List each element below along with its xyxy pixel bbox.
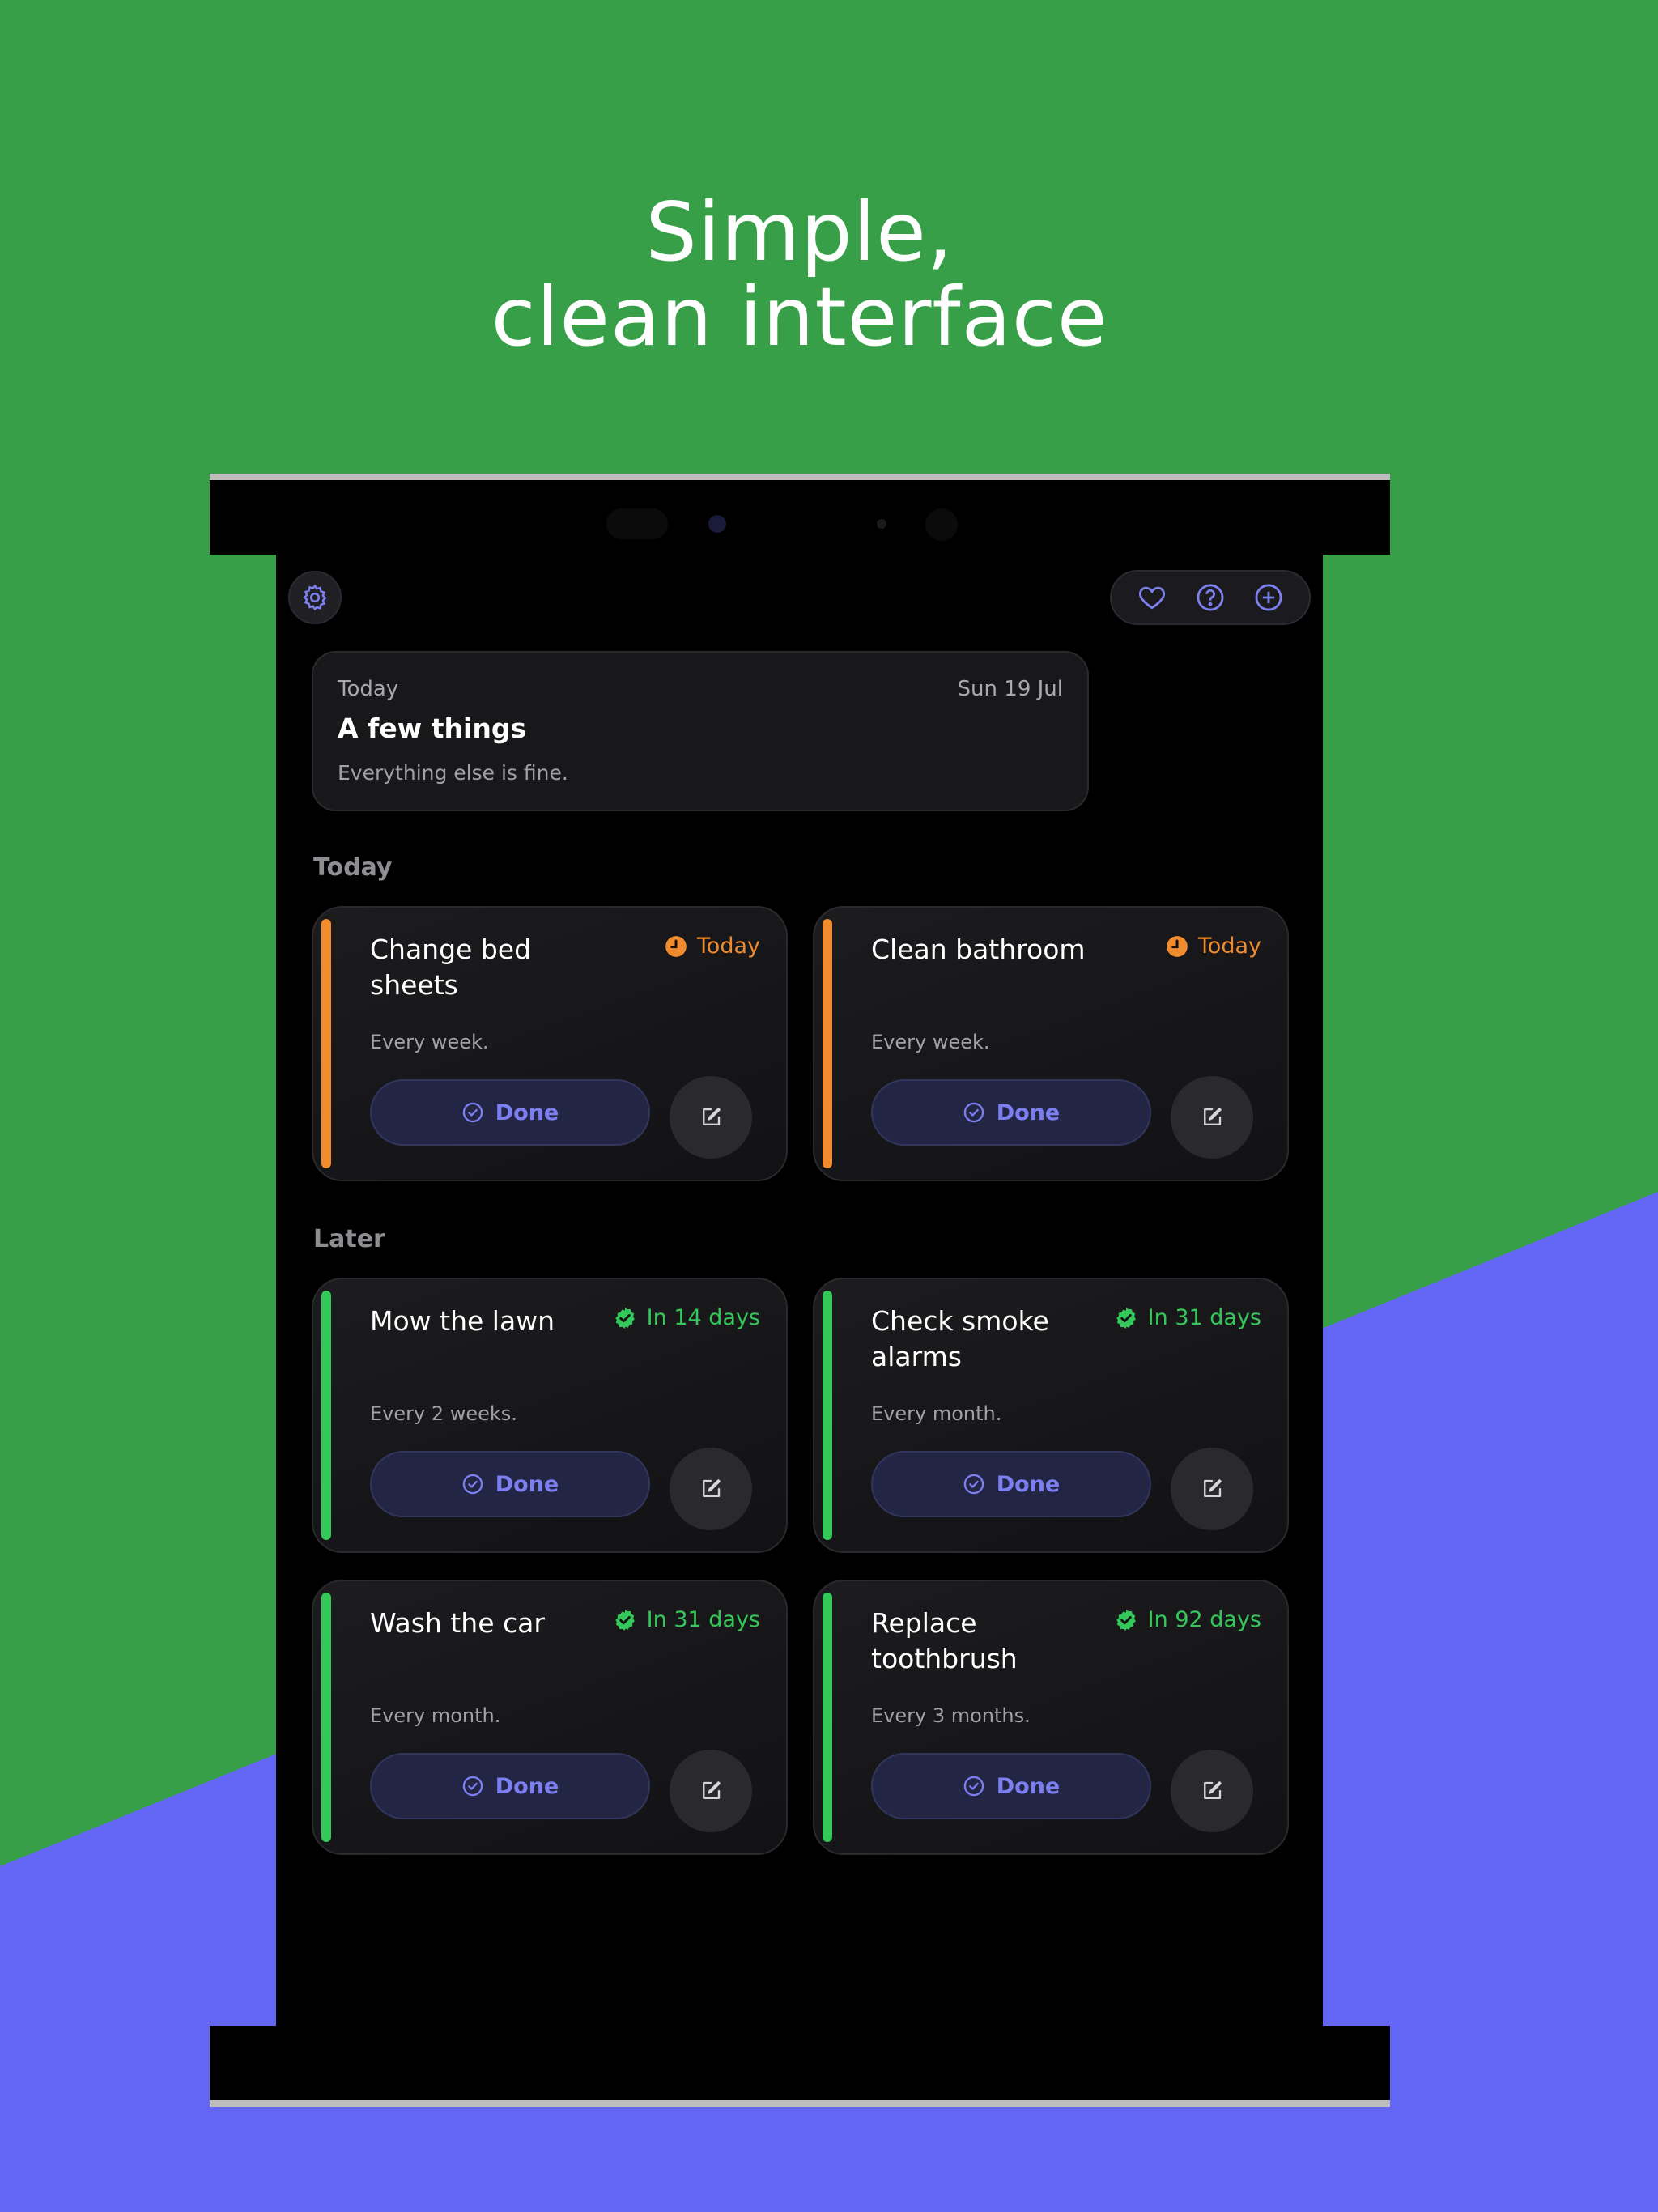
check-circle-icon	[963, 1776, 984, 1797]
task-title: Mow the lawn	[370, 1305, 555, 1337]
done-button[interactable]: Done	[370, 1753, 650, 1819]
edit-button[interactable]	[670, 1750, 752, 1832]
summary-card: Today Sun 19 Jul A few things Everything…	[312, 651, 1089, 811]
edit-icon	[1204, 1781, 1222, 1799]
done-label: Done	[495, 1773, 559, 1799]
due-badge: In 31 days	[1114, 1305, 1261, 1330]
task-frequency: Every 3 months.	[871, 1704, 1031, 1727]
status-bar	[321, 1593, 331, 1842]
add-button[interactable]	[1251, 580, 1286, 615]
edit-button[interactable]	[1171, 1076, 1253, 1159]
due-badge: In 31 days	[613, 1607, 760, 1632]
edit-icon	[703, 1108, 721, 1125]
due-label: In 31 days	[1147, 1305, 1261, 1330]
task-card[interactable]: Replace toothbrush In 92 days Every 3 mo…	[813, 1580, 1289, 1855]
toolbar-actions	[1110, 570, 1311, 625]
due-badge: Today	[1166, 934, 1261, 959]
due-label: Today	[1197, 934, 1261, 959]
summary-title: A few things	[338, 713, 527, 744]
edit-button[interactable]	[670, 1076, 752, 1159]
task-title: Check smoke alarms	[871, 1305, 1049, 1372]
done-button[interactable]: Done	[370, 1451, 650, 1517]
sensor-dot	[877, 519, 886, 529]
due-badge: In 14 days	[613, 1305, 760, 1330]
task-card[interactable]: Mow the lawn In 14 days Every 2 weeks. D…	[312, 1278, 788, 1553]
done-label: Done	[996, 1100, 1061, 1125]
summary-label: Today	[338, 677, 399, 701]
due-badge: Today	[665, 934, 760, 959]
done-label: Done	[996, 1471, 1061, 1497]
section-header-today: Today	[313, 853, 393, 882]
check-circle-icon	[963, 1102, 984, 1123]
device-top-bezel	[210, 474, 1390, 555]
plus-circle-icon	[1255, 584, 1282, 611]
headline-line-1: Simple,	[645, 185, 954, 279]
status-bar	[321, 1291, 331, 1540]
task-frequency: Every 2 weeks.	[370, 1402, 517, 1425]
section-header-later: Later	[313, 1225, 385, 1253]
status-bar	[823, 1291, 832, 1540]
due-label: In 92 days	[1147, 1607, 1261, 1632]
check-badge-icon	[614, 1609, 635, 1631]
done-label: Done	[996, 1773, 1061, 1799]
done-label: Done	[495, 1100, 559, 1125]
check-badge-icon	[1116, 1609, 1136, 1631]
camera-icon	[708, 515, 726, 533]
help-button[interactable]	[1192, 580, 1228, 615]
status-bar	[823, 919, 832, 1168]
task-frequency: Every week.	[871, 1031, 990, 1053]
clock-icon	[1167, 935, 1188, 957]
sensor-dot	[925, 508, 958, 541]
task-card[interactable]: Clean bathroom Today Every week. Done	[813, 906, 1289, 1181]
task-title: Replace toothbrush	[871, 1607, 1018, 1674]
task-title: Wash the car	[370, 1607, 545, 1639]
question-icon	[1197, 584, 1224, 611]
task-card[interactable]: Wash the car In 31 days Every month. Don…	[312, 1580, 788, 1855]
edit-icon	[1204, 1479, 1222, 1497]
done-button[interactable]: Done	[370, 1079, 650, 1146]
due-label: In 31 days	[646, 1607, 760, 1632]
clock-icon	[665, 935, 687, 957]
edit-icon	[1204, 1108, 1222, 1125]
app-screen: Today Sun 19 Jul A few things Everything…	[276, 554, 1323, 2026]
check-circle-icon	[462, 1474, 483, 1495]
heart-icon	[1138, 586, 1166, 610]
edit-icon	[703, 1479, 721, 1497]
device-bottom-bezel	[210, 2026, 1390, 2107]
task-title: Clean bathroom	[871, 934, 1086, 965]
task-frequency: Every week.	[370, 1031, 489, 1053]
edit-icon	[703, 1781, 721, 1799]
task-card[interactable]: Check smoke alarms In 31 days Every mont…	[813, 1278, 1289, 1553]
due-label: Today	[696, 934, 760, 959]
due-badge: In 92 days	[1114, 1607, 1261, 1632]
summary-subtitle: Everything else is fine.	[338, 761, 568, 785]
edit-button[interactable]	[1171, 1448, 1253, 1530]
edit-button[interactable]	[670, 1448, 752, 1530]
done-button[interactable]: Done	[871, 1753, 1151, 1819]
done-label: Done	[495, 1471, 559, 1497]
done-button[interactable]: Done	[871, 1451, 1151, 1517]
task-frequency: Every month.	[871, 1402, 1002, 1425]
check-badge-icon	[614, 1307, 635, 1329]
done-button[interactable]: Done	[871, 1079, 1151, 1146]
task-frequency: Every month.	[370, 1704, 501, 1727]
status-bar	[823, 1593, 832, 1842]
gear-icon	[303, 584, 327, 611]
sensor-pill	[606, 508, 668, 539]
due-label: In 14 days	[646, 1305, 760, 1330]
check-circle-icon	[462, 1102, 483, 1123]
favorite-button[interactable]	[1134, 580, 1170, 615]
task-title: Change bed sheets	[370, 934, 532, 1001]
settings-button[interactable]	[288, 571, 342, 624]
headline-line-2: clean interface	[491, 270, 1108, 364]
check-circle-icon	[963, 1474, 984, 1495]
check-circle-icon	[462, 1776, 483, 1797]
task-card[interactable]: Change bed sheets Today Every week. Done	[312, 906, 788, 1181]
status-bar	[321, 919, 331, 1168]
check-badge-icon	[1116, 1307, 1136, 1329]
edit-button[interactable]	[1171, 1750, 1253, 1832]
summary-date: Sun 19 Jul	[957, 677, 1063, 701]
